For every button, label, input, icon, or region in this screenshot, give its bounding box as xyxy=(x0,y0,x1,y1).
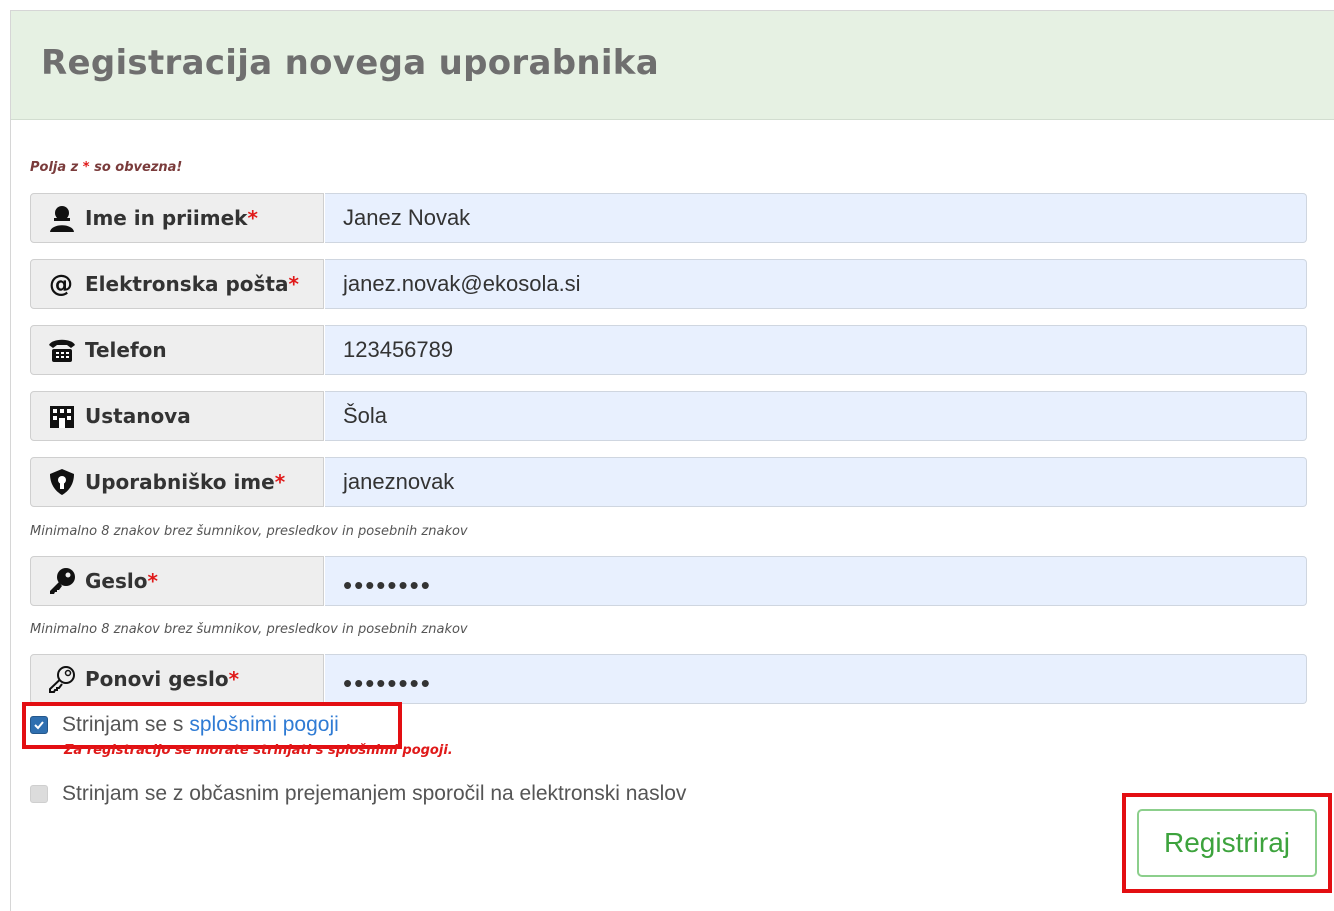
terms-highlight-box xyxy=(22,702,402,749)
key-icon xyxy=(50,568,75,594)
required-note: Polja z * so obvezna! xyxy=(30,160,182,175)
user-icon xyxy=(50,206,74,232)
repeat-password-label-text: Ponovi geslo xyxy=(85,667,229,691)
email-label-text: Elektronska pošta xyxy=(85,272,289,296)
institution-label: Ustanova xyxy=(30,391,324,441)
repeat-password-row: Ponovi geslo * •••••••• xyxy=(30,654,1307,706)
name-input[interactable]: Janez Novak xyxy=(325,193,1307,243)
required-note-prefix: Polja z xyxy=(30,160,83,175)
name-required-star: * xyxy=(247,206,258,230)
password-label: Geslo * xyxy=(30,556,324,606)
email-row: @ Elektronska pošta * janez.novak@ekosola… xyxy=(30,259,1307,311)
password-label-text: Geslo xyxy=(85,569,148,593)
password-hint: Minimalno 8 znakov brez šumnikov, presle… xyxy=(30,622,468,637)
at-icon: @ xyxy=(49,270,73,298)
svg-text:@: @ xyxy=(49,270,73,298)
institution-label-text: Ustanova xyxy=(85,404,191,428)
phone-label-text: Telefon xyxy=(85,338,167,362)
phone-label: Telefon xyxy=(30,325,324,375)
repeat-password-input[interactable]: •••••••• xyxy=(325,654,1307,704)
username-input[interactable]: janeznovak xyxy=(325,457,1307,507)
name-label-text: Ime in priimek xyxy=(85,206,248,230)
building-icon xyxy=(50,406,74,428)
password-row: Geslo * •••••••• xyxy=(30,556,1307,608)
register-button[interactable]: Registriraj xyxy=(1137,809,1317,877)
required-note-star: * xyxy=(82,160,90,175)
terms-error: Za registracijo se morate strinjati s sp… xyxy=(64,743,453,758)
password-required-star: * xyxy=(147,569,158,593)
username-label: Uporabniško ime * xyxy=(30,457,324,507)
newsletter-row: Strinjam se z občasnim prejemanjem sporo… xyxy=(30,782,686,806)
phone-input[interactable]: 123456789 xyxy=(325,325,1307,375)
institution-row: Ustanova Šola xyxy=(30,391,1307,443)
phone-icon xyxy=(49,339,75,362)
key-outline-icon xyxy=(49,666,75,693)
newsletter-text: Strinjam se z občasnim prejemanjem sporo… xyxy=(62,782,687,805)
repeat-password-required-star: * xyxy=(228,667,240,691)
email-input[interactable]: janez.novak@ekosola.si xyxy=(325,259,1307,309)
email-required-star: * xyxy=(288,272,299,296)
institution-input[interactable]: Šola xyxy=(325,391,1307,441)
username-label-text: Uporabniško ime xyxy=(85,470,275,494)
phone-row: Telefon 123456789 xyxy=(30,325,1307,377)
repeat-password-label: Ponovi geslo * xyxy=(30,654,324,704)
name-label: Ime in priimek * xyxy=(30,193,324,243)
username-required-star: * xyxy=(274,470,286,494)
newsletter-checkbox[interactable] xyxy=(30,785,48,803)
email-label: @ Elektronska pošta * xyxy=(30,259,324,309)
required-note-suffix: so obvezna! xyxy=(89,160,183,175)
password-input[interactable]: •••••••• xyxy=(325,556,1307,606)
shield-icon xyxy=(50,469,74,495)
name-row: Ime in priimek * Janez Novak xyxy=(30,193,1307,245)
page-title: Registracija novega uporabnika xyxy=(41,43,659,83)
panel-header: Registracija novega uporabnika xyxy=(11,11,1334,120)
username-hint: Minimalno 8 znakov brez šumnikov, presle… xyxy=(30,524,468,539)
username-row: Uporabniško ime * janeznovak xyxy=(30,457,1307,509)
